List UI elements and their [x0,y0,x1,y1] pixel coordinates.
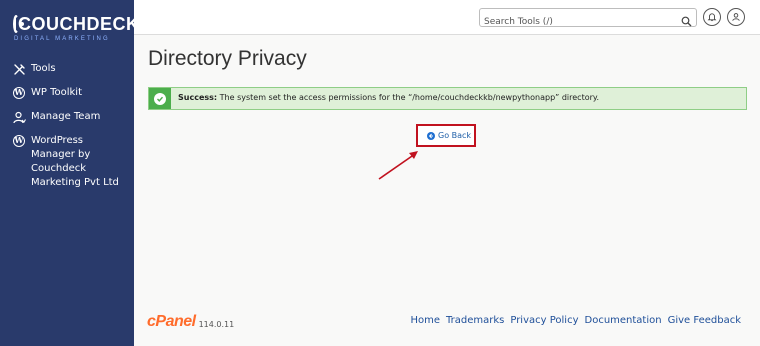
success-alert: Success: The system set the access permi… [148,87,747,110]
user-menu-button[interactable] [727,8,745,26]
footer-link-trademarks[interactable]: Trademarks [446,315,504,326]
main-content: Directory Privacy Success: The system se… [134,35,760,346]
sidebar-item-tools[interactable]: Tools [0,58,134,80]
go-back-label: Go Back [438,131,472,140]
page-title: Directory Privacy [148,47,307,70]
cpanel-wordmark: cPanel [147,313,196,330]
top-bar [134,0,760,35]
sidebar-item-wp-toolkit[interactable]: W WP Toolkit [0,82,134,104]
footer-link-privacy-policy[interactable]: Privacy Policy [510,315,578,326]
search-box [479,8,697,31]
tools-icon [12,62,26,76]
sidebar-item-label: Manage Team [31,111,101,122]
brand-tagline: DIGITAL MARKETING [14,36,110,42]
alert-message: The system set the access permissions fo… [219,93,600,102]
manage-team-icon [12,110,26,124]
sidebar-item-label: Tools [31,63,56,74]
sidebar-item-label: WordPress Manager by Couchdeck Marketing… [31,135,119,188]
go-back-link[interactable]: Go Back [427,131,471,140]
logo-c-mark [13,15,24,33]
arrow-circle-left-icon [427,131,435,140]
wordpress-icon: W [13,87,25,99]
wordpress-icon: W [13,135,25,147]
brand-name: COUCHDECK [18,14,140,34]
brand-logo[interactable]: COUCHDECK DIGITAL MARKETING [13,14,139,44]
sidebar-nav: Tools W WP Toolkit Manage Team W WordPre… [0,58,134,196]
search-input[interactable] [484,13,674,31]
sidebar-item-manage-team[interactable]: Manage Team [0,106,134,128]
cpanel-version: 114.0.11 [198,320,235,329]
footer-link-documentation[interactable]: Documentation [585,315,662,326]
go-back-highlight-box: Go Back [416,124,476,147]
annotation-arrow [378,151,418,180]
footer-links: Home Trademarks Privacy Policy Documenta… [410,315,741,326]
sidebar-item-label: WP Toolkit [31,87,83,98]
sidebar-item-wordpress-manager[interactable]: W WordPress Manager by Couchdeck Marketi… [0,130,134,194]
sidebar: COUCHDECK DIGITAL MARKETING Tools W WP T… [0,0,139,346]
footer-link-home[interactable]: Home [410,315,440,326]
cpanel-logo[interactable]: cPanel 114.0.11 [147,314,234,330]
user-icon [731,12,741,22]
alert-prefix: Success: [178,93,218,102]
footer-link-give-feedback[interactable]: Give Feedback [668,315,741,326]
search-icon[interactable] [681,12,692,27]
check-circle-icon [154,92,166,105]
bell-icon [707,12,717,22]
notifications-button[interactable] [703,8,721,26]
